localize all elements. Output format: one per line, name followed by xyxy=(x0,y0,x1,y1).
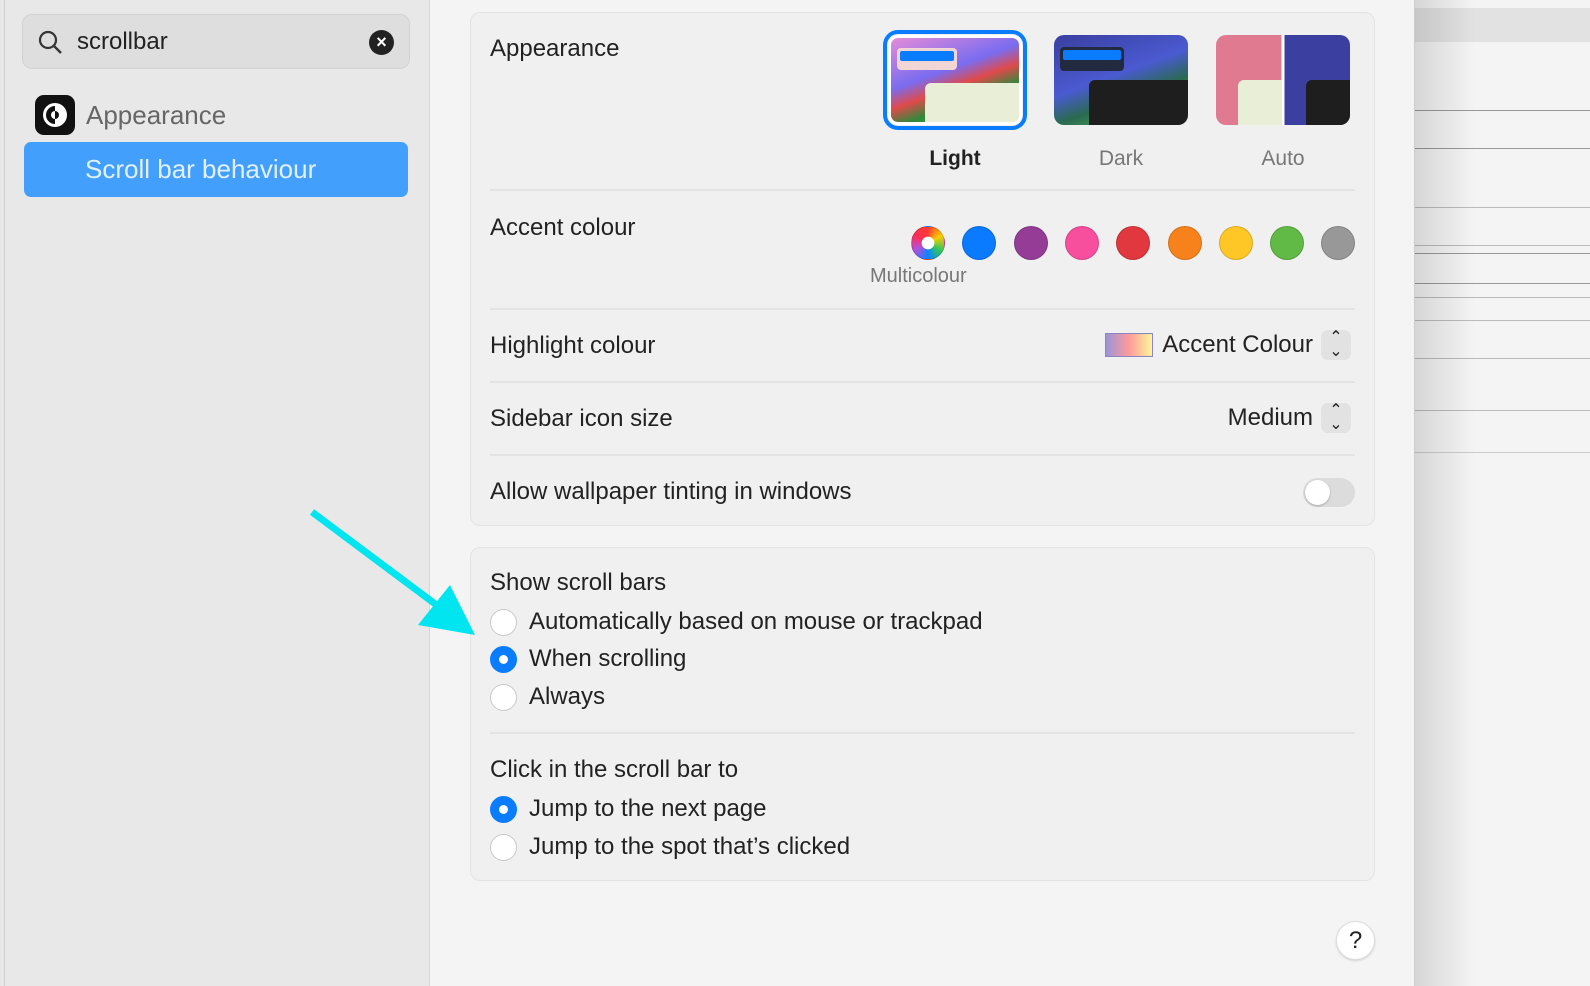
auto-theme-thumbnail xyxy=(1216,35,1350,125)
theme-dark-label: Dark xyxy=(1098,147,1144,170)
radio-button xyxy=(490,683,517,711)
radio-label: Always xyxy=(529,683,606,710)
search-result-scroll-bar-behaviour[interactable]: Scroll bar behaviour xyxy=(24,142,408,197)
show-scroll-bars-label: Show scroll bars xyxy=(490,569,667,596)
accent-swatch[interactable] xyxy=(962,226,997,260)
radio-button xyxy=(490,833,517,861)
appearance-icon xyxy=(35,95,75,135)
radio-when-scrolling[interactable]: When scrolling xyxy=(490,645,686,673)
divider xyxy=(4,0,5,986)
appearance-card: Appearance Light Dark Auto Accent colour… xyxy=(470,12,1375,526)
background-window xyxy=(1414,0,1590,986)
accent-swatch[interactable] xyxy=(1270,226,1305,260)
radio-automatically[interactable]: Automatically based on mouse or trackpad xyxy=(490,608,983,636)
accent-swatch[interactable] xyxy=(1167,226,1202,260)
annotation-arrow-icon xyxy=(309,509,475,635)
radio-label: Jump to the spot that’s clicked xyxy=(529,833,851,860)
search-icon xyxy=(38,30,62,54)
highlight-colour-value: Accent Colour xyxy=(1162,331,1313,358)
radio-button xyxy=(490,645,517,673)
search-result-appearance[interactable]: Appearance xyxy=(35,95,226,135)
divider xyxy=(490,732,1355,734)
accent-selected-name: Multicolour xyxy=(870,265,967,287)
sidebar-icon-size-value: Medium xyxy=(1227,404,1313,431)
help-button[interactable]: ? xyxy=(1336,921,1375,960)
accent-swatch[interactable] xyxy=(1116,226,1151,260)
radio-label: Jump to the next page xyxy=(529,795,767,822)
scroll-bar-card: Show scroll bars Automatically based on … xyxy=(470,547,1375,881)
highlight-swatch xyxy=(1105,333,1154,357)
divider xyxy=(490,308,1355,310)
dark-theme-thumbnail xyxy=(1054,35,1188,125)
click-scroll-bar-label: Click in the scroll bar to xyxy=(490,756,739,783)
result-app-label: Appearance xyxy=(86,99,227,130)
accent-swatch-multicolour[interactable] xyxy=(911,226,945,260)
theme-light[interactable]: Light xyxy=(883,30,1027,171)
wallpaper-tinting-label: Allow wallpaper tinting in windows xyxy=(490,478,852,505)
sidebar: scrollbar × Appearance Scroll bar behavi… xyxy=(0,0,430,986)
divider xyxy=(490,189,1355,191)
theme-light-label: Light xyxy=(929,147,981,170)
accent-swatch[interactable] xyxy=(1321,226,1356,260)
radio-always[interactable]: Always xyxy=(490,683,605,711)
theme-dark[interactable]: Dark xyxy=(1054,35,1188,171)
radio-label: Automatically based on mouse or trackpad xyxy=(529,608,983,635)
radio-jump-spot-clicked[interactable]: Jump to the spot that’s clicked xyxy=(490,833,850,861)
divider xyxy=(490,454,1355,456)
theme-auto[interactable]: Auto xyxy=(1216,35,1350,171)
divider xyxy=(490,381,1355,383)
light-theme-thumbnail xyxy=(883,30,1027,130)
accent-swatch[interactable] xyxy=(1013,226,1048,260)
theme-auto-label: Auto xyxy=(1261,147,1305,170)
search-input[interactable]: scrollbar xyxy=(77,28,168,56)
radio-jump-next-page[interactable]: Jump to the next page xyxy=(490,795,767,823)
radio-label: When scrolling xyxy=(529,645,687,672)
highlight-colour-popup[interactable]: Accent Colour ⌃ ⌄ xyxy=(1105,330,1351,360)
clear-search-icon[interactable]: × xyxy=(369,30,394,55)
radio-button xyxy=(490,795,517,823)
sidebar-icon-size-label: Sidebar icon size xyxy=(490,405,673,432)
chevron-up-down-icon: ⌃ ⌄ xyxy=(1321,330,1351,360)
accent-swatch[interactable] xyxy=(1064,226,1099,260)
search-field[interactable]: scrollbar × xyxy=(22,14,410,69)
wallpaper-tinting-toggle[interactable] xyxy=(1303,478,1355,507)
sidebar-icon-size-popup[interactable]: Medium ⌃ ⌄ xyxy=(1228,403,1351,433)
accent-swatch[interactable] xyxy=(1218,226,1253,260)
chevron-up-down-icon: ⌃ ⌄ xyxy=(1321,403,1351,433)
radio-button xyxy=(490,608,517,636)
